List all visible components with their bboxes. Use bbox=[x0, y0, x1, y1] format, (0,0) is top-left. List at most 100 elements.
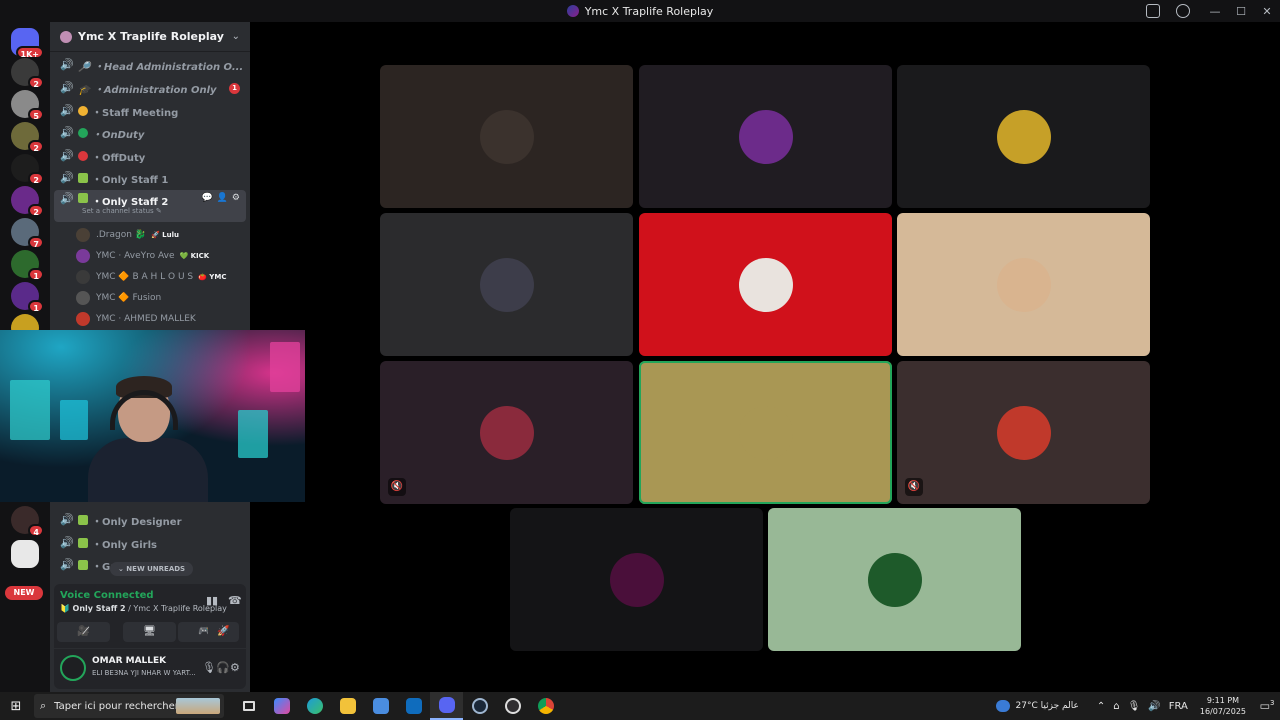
voice-connected-label[interactable]: Voice Connected bbox=[60, 590, 154, 601]
language-indicator[interactable]: FRA bbox=[1169, 701, 1188, 712]
store-icon[interactable] bbox=[364, 692, 397, 720]
voice-channel-active[interactable]: 🔊 ・Only Staff 2 💬 👤 ⚙ Set a channel stat… bbox=[54, 190, 246, 222]
weather-widget[interactable]: 27°C عالم جزئيا bbox=[995, 700, 1079, 712]
network-icon[interactable]: ⌂ bbox=[1113, 701, 1119, 712]
voice-channel[interactable]: 🔊 🎓 ・Administration Only 1 bbox=[54, 78, 246, 98]
voice-member[interactable]: YMC 🔶 B A H L O U S 🍅 YMC bbox=[76, 268, 246, 286]
search-highlight-image bbox=[176, 698, 220, 714]
help-icon[interactable] bbox=[1176, 4, 1190, 18]
explorer-icon[interactable] bbox=[331, 692, 364, 720]
participant-tile[interactable] bbox=[639, 65, 892, 208]
voice-channel[interactable]: 🔊 ・OnDuty bbox=[54, 123, 246, 143]
soundboard-button[interactable]: 🚀 bbox=[208, 622, 239, 642]
invite-icon[interactable]: 👤 bbox=[217, 193, 228, 203]
channel-status[interactable]: Set a channel status ✎ bbox=[82, 207, 162, 215]
participant-tile[interactable] bbox=[380, 213, 633, 356]
participant-tile[interactable] bbox=[768, 508, 1021, 651]
channel-badge: 1 bbox=[229, 82, 240, 94]
participant-tile[interactable]: 🔇 bbox=[380, 361, 633, 504]
chrome-icon[interactable] bbox=[529, 692, 562, 720]
disconnect-icon[interactable]: ☎ bbox=[228, 594, 242, 607]
voice-member[interactable]: .Dragon 🐉 🚀 Lulu bbox=[76, 226, 246, 244]
voice-stage: 🔇 ⋯ 🔇 bbox=[250, 22, 1280, 692]
voice-member[interactable]: YMC 🔶 Fusion bbox=[76, 289, 246, 307]
inbox-icon[interactable] bbox=[1146, 4, 1160, 18]
headphones-icon[interactable]: 🎧 bbox=[216, 661, 230, 674]
participant-tile[interactable] bbox=[380, 65, 633, 208]
voice-channel[interactable]: 🔊 ・Only Designer bbox=[54, 510, 246, 530]
server-icon[interactable]: 2 bbox=[11, 186, 44, 217]
channel-name: 🎓 ・Administration Only bbox=[78, 84, 217, 96]
gear-icon[interactable]: ⚙ bbox=[232, 193, 240, 203]
notifications-icon[interactable]: ▭3 bbox=[1254, 699, 1280, 713]
close-button[interactable]: ✕ bbox=[1254, 5, 1280, 18]
muted-icon: 🔇 bbox=[905, 478, 923, 496]
server-icon[interactable] bbox=[11, 540, 39, 568]
channel-name: ・Only Staff 2 bbox=[92, 197, 169, 208]
participant-tile[interactable]: 🔇 bbox=[897, 361, 1150, 504]
voice-channel[interactable]: 🔊 ・OffDuty bbox=[54, 146, 246, 166]
taskbar-search[interactable]: ⌕ Taper ici pour rechercher bbox=[34, 694, 224, 718]
member-tag: 💚 KICK bbox=[179, 252, 210, 260]
new-unreads-pill[interactable]: ⌄ NEW UNREADS bbox=[110, 562, 194, 576]
server-icon[interactable]: 1 bbox=[11, 282, 44, 313]
server-icon[interactable]: 5 bbox=[11, 90, 44, 121]
red-circle-icon bbox=[78, 151, 88, 161]
gear-icon[interactable]: ⚙ bbox=[230, 661, 240, 674]
server-icon[interactable]: 7 bbox=[11, 218, 44, 249]
microphone-icon[interactable]: 🎙 bbox=[202, 661, 216, 674]
copilot-icon[interactable] bbox=[265, 692, 298, 720]
screen-share-button[interactable]: 🖥 bbox=[123, 622, 176, 642]
windows-start-icon[interactable]: ⊞ bbox=[0, 699, 32, 714]
member-name: YMC 🔶 B A H L O U S bbox=[96, 272, 194, 282]
minimize-button[interactable]: — bbox=[1202, 5, 1228, 18]
voice-channel[interactable]: 🔊 🔎 ・Head Administration O... bbox=[54, 55, 246, 75]
avatar[interactable] bbox=[60, 655, 86, 681]
title-bar: Ymc X Traplife Roleplay — ☐ ✕ bbox=[0, 0, 1280, 22]
camera-button[interactable]: 🎥̸ bbox=[57, 622, 110, 642]
obs-icon[interactable] bbox=[496, 692, 529, 720]
signal-icon[interactable]: ▮▮ bbox=[206, 594, 218, 607]
home-button[interactable]: 1K+ bbox=[11, 28, 44, 59]
participant-tile[interactable] bbox=[897, 213, 1150, 356]
discord-taskbar-icon[interactable] bbox=[430, 692, 463, 720]
edge-icon[interactable] bbox=[298, 692, 331, 720]
user-name: OMAR MALLEK bbox=[92, 656, 167, 666]
speaker-icon: 🔊 bbox=[60, 558, 74, 571]
participant-tile[interactable]: ⋯ bbox=[639, 361, 892, 504]
beginner-icon bbox=[78, 538, 88, 548]
voice-channel[interactable]: 🔊 ・Only Girls bbox=[54, 533, 246, 553]
server-icon[interactable]: 4 bbox=[11, 506, 44, 537]
chevron-up-icon[interactable]: ⌃ bbox=[1097, 701, 1105, 712]
clock[interactable]: 9:11 PM 16/07/2025 bbox=[1200, 695, 1246, 717]
task-view-icon[interactable] bbox=[232, 692, 265, 720]
server-icon bbox=[60, 30, 72, 43]
server-badge: 2 bbox=[28, 140, 44, 153]
member-tag: 🍅 YMC bbox=[198, 273, 227, 281]
volume-icon[interactable]: 🔊 bbox=[1148, 701, 1160, 712]
server-badge: 1 bbox=[28, 300, 44, 313]
chat-icon[interactable]: 💬 bbox=[201, 193, 212, 203]
server-icon[interactable]: 2 bbox=[11, 154, 44, 185]
maximize-button[interactable]: ☐ bbox=[1228, 5, 1254, 18]
speaker-icon: 🔊 bbox=[60, 104, 74, 117]
window-title: Ymc X Traplife Roleplay bbox=[584, 4, 714, 18]
green-circle-icon bbox=[78, 128, 88, 138]
voice-location: 🔰 Only Staff 2 / Ymc X Traplife Roleplay bbox=[60, 604, 227, 613]
participant-tile[interactable] bbox=[510, 508, 763, 651]
server-icon[interactable]: 1 bbox=[11, 250, 44, 281]
microphone-icon[interactable]: 🎙 bbox=[1128, 701, 1141, 712]
voice-channel[interactable]: 🔊 ・Staff Meeting bbox=[54, 101, 246, 121]
server-icon[interactable]: 2 bbox=[11, 58, 44, 89]
server-icon[interactable]: 2 bbox=[11, 122, 44, 153]
outlook-icon[interactable] bbox=[397, 692, 430, 720]
voice-member[interactable]: YMC · AveYro Ave 💚 KICK bbox=[76, 247, 246, 265]
steam-icon[interactable] bbox=[463, 692, 496, 720]
speaker-icon: 🔊 bbox=[60, 192, 74, 205]
participant-tile[interactable] bbox=[639, 213, 892, 356]
server-header[interactable]: Ymc X Traplife Roleplay ⌄ bbox=[50, 22, 250, 52]
voice-channel[interactable]: 🔊 ・Only Staff 1 bbox=[54, 168, 246, 188]
voice-member[interactable]: YMC · AHMED MALLEK bbox=[76, 310, 246, 328]
participant-tile[interactable] bbox=[897, 65, 1150, 208]
speaker-icon: 🔊 bbox=[60, 536, 74, 549]
